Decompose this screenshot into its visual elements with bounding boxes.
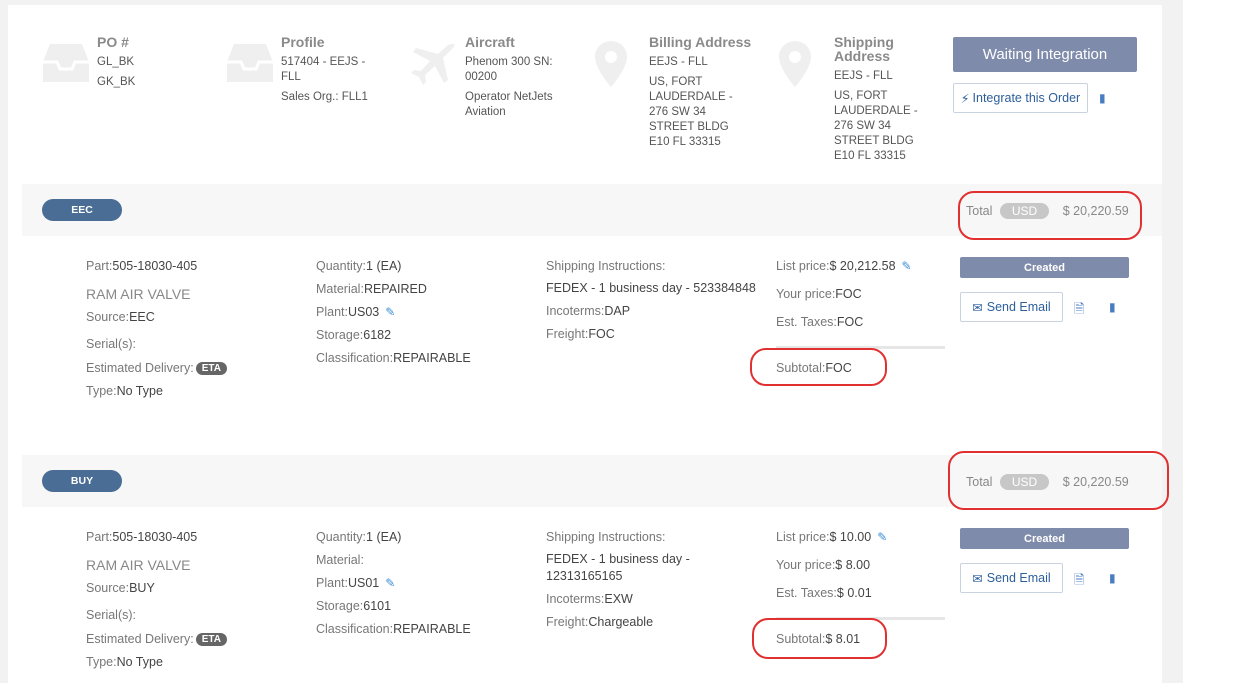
profile-value: FLL	[281, 71, 301, 83]
estimated-delivery-field: Estimated Delivery: ETA	[86, 361, 227, 375]
quantity-field: Quantity:1 (EA)	[316, 259, 402, 273]
source-field: Source:BUY	[86, 581, 155, 595]
source-field: Source:EEC	[86, 310, 155, 324]
envelope-icon: ✉	[972, 571, 983, 586]
part-field: Part:505-18030-405	[86, 530, 198, 544]
your-price-field: Your price:FOC	[776, 287, 862, 301]
eta-badge: ETA	[195, 633, 227, 646]
inbox-icon	[227, 44, 273, 82]
list-price-field: List price:$ 20,212.58 ✎	[776, 259, 912, 273]
integrate-order-label: Integrate this Order	[972, 91, 1081, 105]
incoterms-field: Incoterms:DAP	[546, 304, 631, 318]
sales-org: Sales Org.: FLL1	[281, 91, 368, 103]
shipping-line: EEJS - FLL	[834, 70, 893, 82]
shipping-line: E10 FL 33315	[834, 150, 906, 162]
annotation-circle	[948, 451, 1169, 510]
envelope-icon: ✉	[972, 300, 983, 315]
eta-badge: ETA	[195, 362, 227, 375]
shipping-instructions-value: FEDEX - 1 business day -	[546, 552, 690, 566]
annotation-circle	[958, 191, 1142, 240]
billing-title: Billing Address	[649, 34, 752, 50]
billing-line: STREET BLDG	[649, 121, 729, 133]
type-field: Type:No Type	[86, 384, 163, 398]
operator-value: Aviation	[465, 106, 506, 118]
waiting-integration-button[interactable]: Waiting Integration	[953, 37, 1137, 72]
freight-field: Freight:FOC	[546, 327, 615, 341]
billing-line: US, FORT	[649, 76, 703, 88]
map-marker-icon	[595, 41, 627, 87]
annotation-circle	[752, 618, 887, 659]
plant-field: Plant:US01 ✎	[316, 576, 396, 590]
classification-field: Classification:REPAIRABLE	[316, 622, 471, 636]
shipping-instructions-label: Shipping Instructions:	[546, 530, 666, 544]
po-value: GL_BK	[97, 56, 135, 68]
profile-value: 517404 - EEJS -	[281, 56, 366, 68]
shipping-line: STREET BLDG	[834, 135, 914, 147]
your-price-field: Your price:$ 8.00	[776, 558, 871, 572]
inbox-icon	[43, 44, 89, 82]
book-icon[interactable]: ▮	[1109, 300, 1116, 314]
est-taxes-field: Est. Taxes:$ 0.01	[776, 586, 872, 600]
est-taxes-field: Est. Taxes:FOC	[776, 315, 864, 329]
part-name: RAM AIR VALVE	[86, 286, 191, 302]
po-value: GK_BK	[97, 76, 136, 88]
source-tag-pill: BUY	[42, 470, 122, 492]
status-badge: Created	[960, 257, 1129, 278]
incoterms-field: Incoterms:EXW	[546, 592, 633, 606]
integrate-order-button[interactable]: ⚡︎ Integrate this Order	[953, 83, 1088, 113]
edit-pencil-icon[interactable]: ✎	[385, 305, 395, 319]
send-email-label: Send Email	[986, 300, 1051, 314]
plane-icon	[411, 43, 455, 85]
aircraft-value: 00200	[465, 71, 497, 83]
storage-field: Storage:6101	[316, 599, 392, 613]
edit-pencil-icon[interactable]: ✎	[877, 530, 887, 544]
source-tag-pill: EEC	[42, 199, 122, 221]
serials-field: Serial(s):	[86, 608, 137, 622]
shipping-line: 276 SW 34	[834, 120, 891, 132]
book-icon[interactable]: ▮	[1109, 571, 1116, 585]
list-price-field: List price:$ 10.00 ✎	[776, 530, 888, 544]
operator-value: Operator NetJets	[465, 91, 553, 103]
bolt-icon: ⚡︎	[960, 91, 970, 106]
estimated-delivery-field: Estimated Delivery: ETA	[86, 632, 227, 646]
profile-title: Profile	[281, 34, 325, 50]
billing-line: EEJS - FLL	[649, 56, 708, 68]
status-badge: Created	[960, 528, 1129, 549]
storage-field: Storage:6182	[316, 328, 392, 342]
part-field: Part:505-18030-405	[86, 259, 198, 273]
send-email-button[interactable]: ✉ Send Email	[960, 563, 1063, 593]
po-title: PO #	[97, 34, 129, 50]
right-gutter	[1183, 0, 1240, 683]
quantity-field: Quantity:1 (EA)	[316, 530, 402, 544]
map-marker-icon	[779, 41, 811, 87]
billing-line: LAUDERDALE -	[649, 91, 733, 103]
shipping-line: US, FORT	[834, 90, 888, 102]
plant-field: Plant:US03 ✎	[316, 305, 396, 319]
material-field: Material:REPAIRED	[316, 282, 427, 296]
book-icon[interactable]: ▮	[1099, 91, 1106, 105]
send-email-button[interactable]: ✉ Send Email	[960, 292, 1063, 322]
shipping-line: LAUDERDALE -	[834, 105, 918, 117]
shipping-instructions-value: FEDEX - 1 business day - 523384848	[546, 281, 756, 295]
shipping-instructions-value: 12313165165	[546, 569, 623, 583]
pdf-icon[interactable]: 🗎︎	[1074, 571, 1084, 593]
billing-line: 276 SW 34	[649, 106, 706, 118]
edit-pencil-icon[interactable]: ✎	[902, 259, 912, 273]
billing-line: E10 FL 33315	[649, 136, 721, 148]
send-email-label: Send Email	[986, 571, 1051, 585]
edit-pencil-icon[interactable]: ✎	[385, 576, 395, 590]
aircraft-title: Aircraft	[465, 34, 515, 50]
type-field: Type:No Type	[86, 655, 163, 669]
pdf-icon[interactable]: 🗎︎	[1074, 300, 1084, 322]
serials-field: Serial(s):	[86, 337, 137, 351]
classification-field: Classification:REPAIRABLE	[316, 351, 471, 365]
material-field: Material:	[316, 553, 364, 567]
annotation-circle	[750, 348, 887, 386]
shipping-title: Address	[834, 48, 891, 64]
freight-field: Freight:Chargeable	[546, 615, 654, 629]
aircraft-value: Phenom 300 SN:	[465, 56, 553, 68]
shipping-instructions-label: Shipping Instructions:	[546, 259, 666, 273]
part-name: RAM AIR VALVE	[86, 557, 191, 573]
